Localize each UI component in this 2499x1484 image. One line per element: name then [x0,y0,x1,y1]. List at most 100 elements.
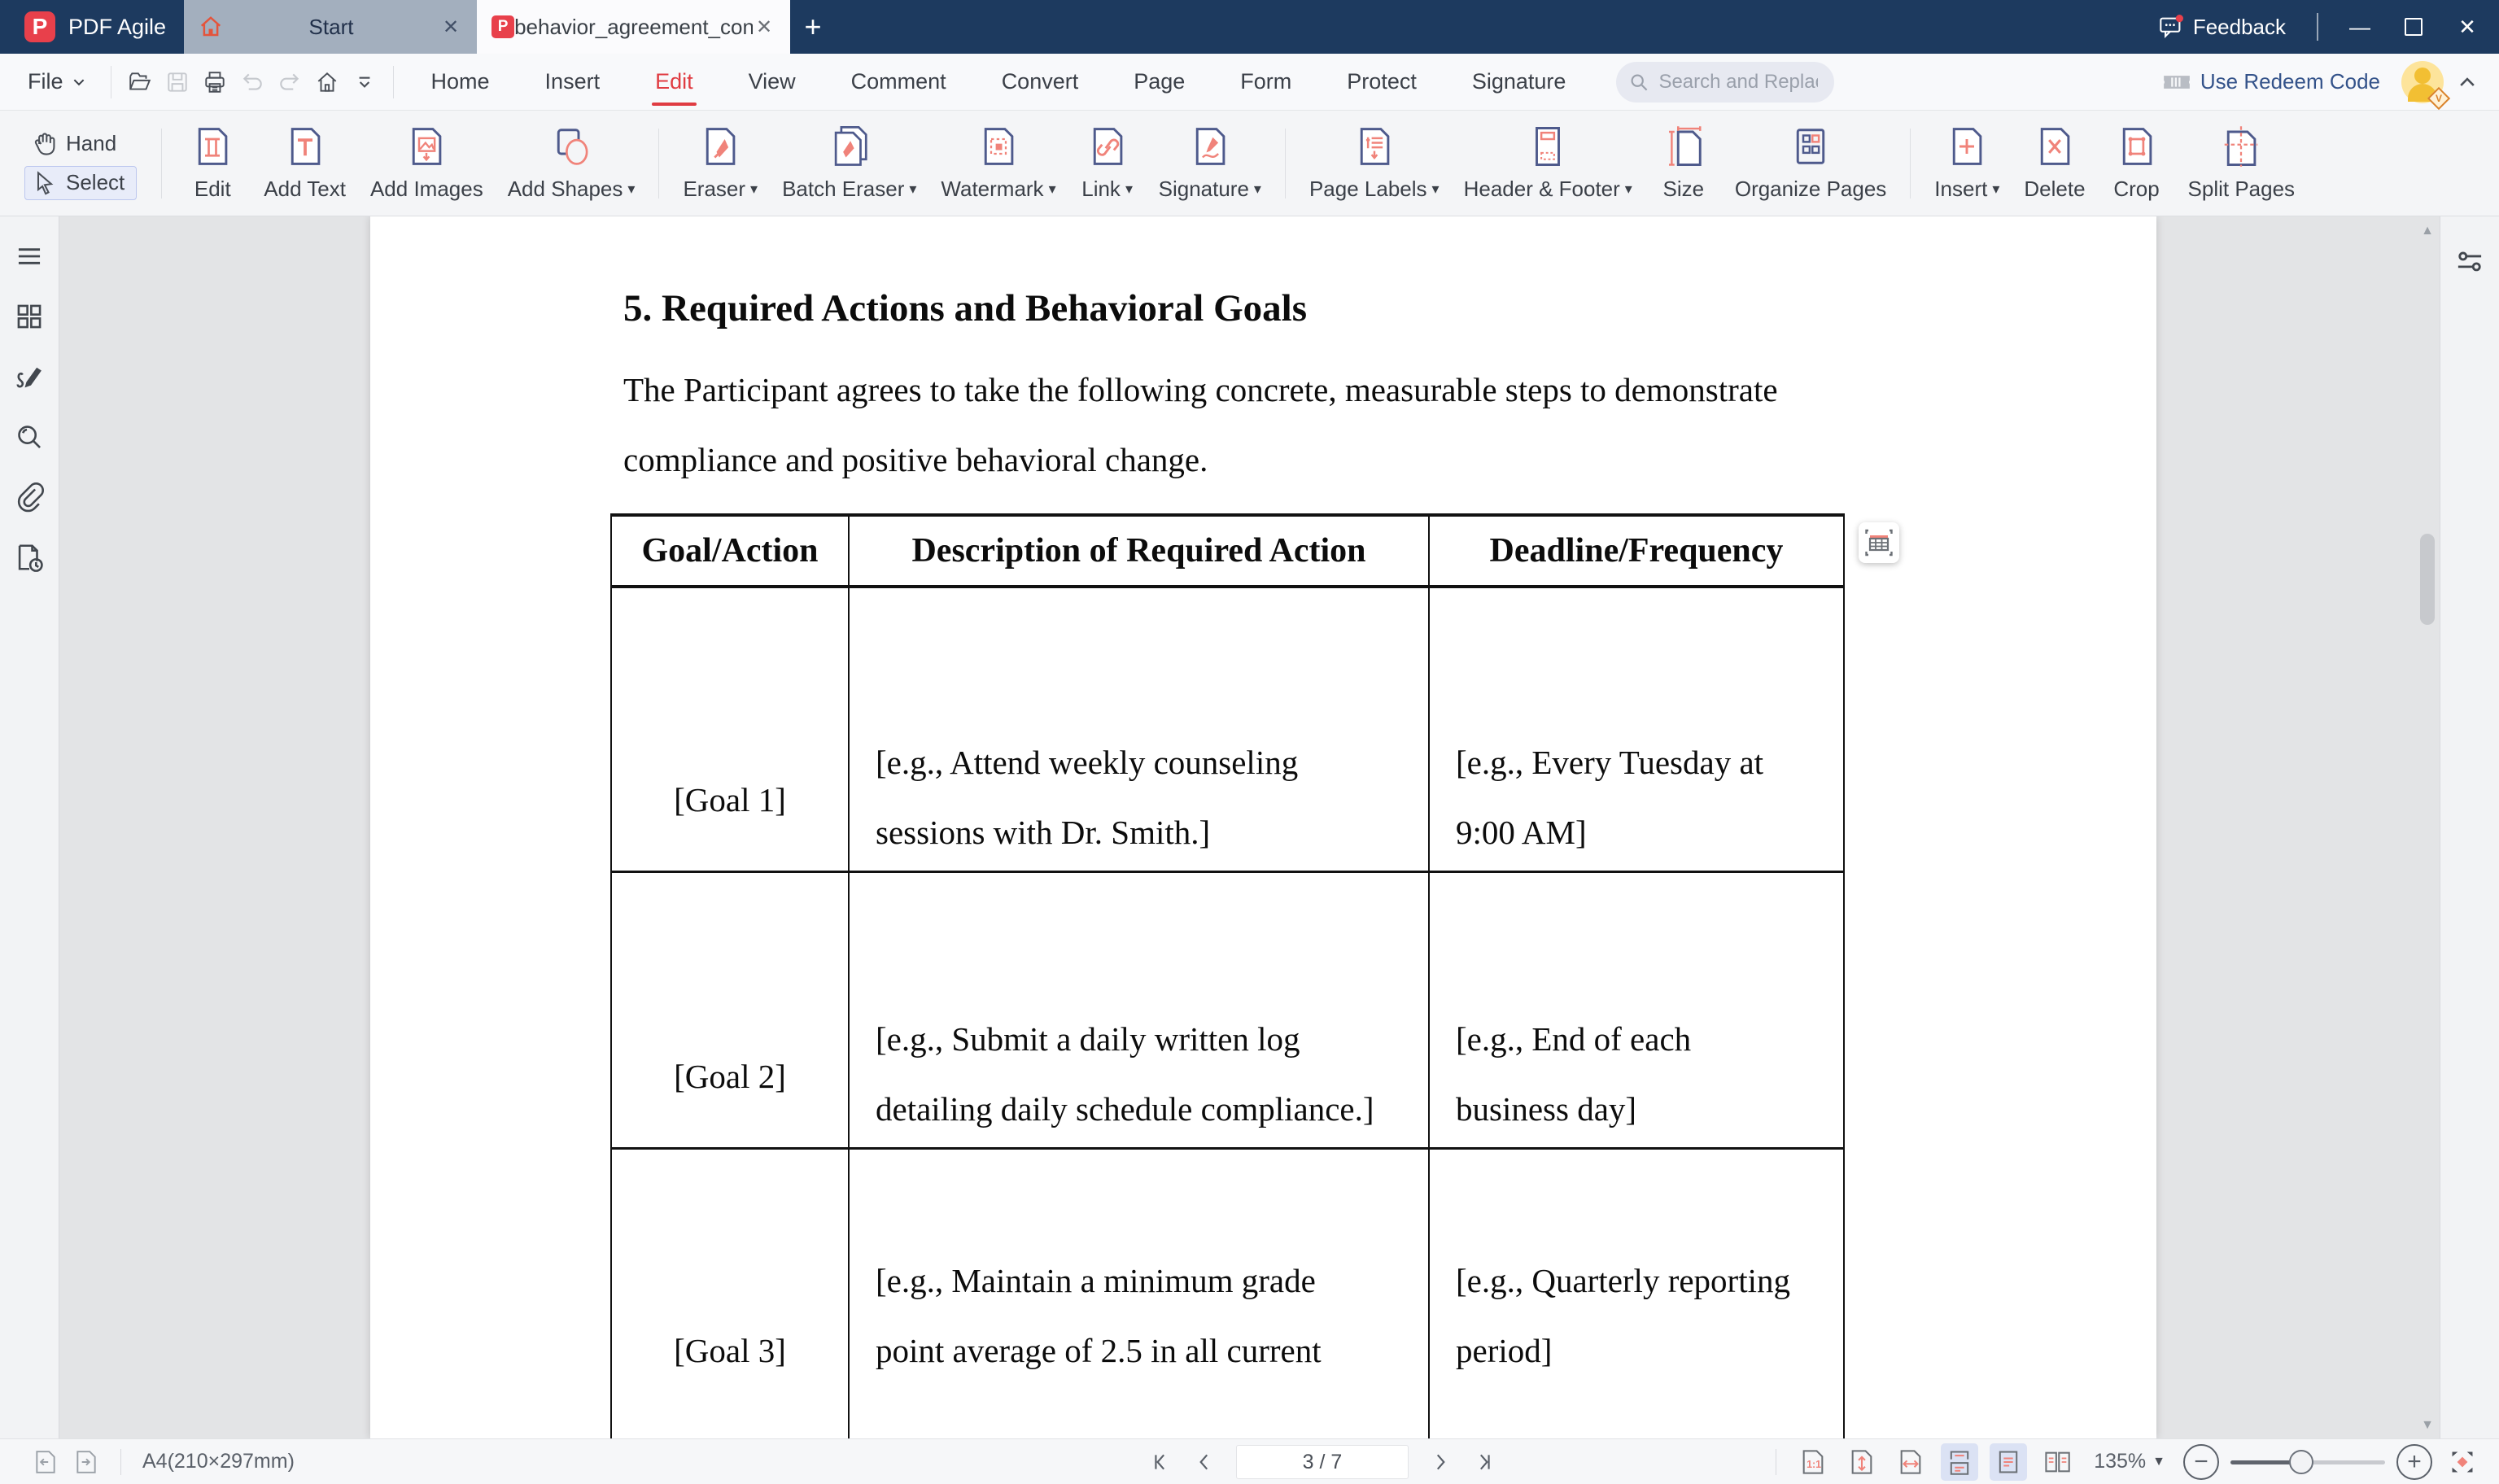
scroll-down-icon[interactable]: ▼ [2419,1417,2436,1434]
page-thumbnails-icon[interactable] [14,301,45,332]
scrollbar-thumb[interactable] [2420,534,2435,625]
file-history-icon[interactable] [14,542,45,573]
redeem-code-button[interactable]: Use Redeem Code [2163,69,2380,94]
home-view-button[interactable] [308,63,346,101]
tool-batch-eraser[interactable]: Batch Eraser [770,118,928,208]
hand-icon [34,132,55,155]
hand-tool-button[interactable]: Hand [24,127,137,161]
tool-link[interactable]: Link [1068,118,1147,208]
undo-button[interactable] [234,63,271,101]
tool-header-footer[interactable]: Header & Footer [1452,118,1645,208]
actual-size-button[interactable]: 1:1 [1794,1443,1832,1481]
table-row: [Goal 2] [e.g., Submit a daily written l… [612,873,1843,1150]
menu-item-edit[interactable]: Edit [649,54,700,111]
continuous-scroll-icon [1950,1451,1969,1475]
close-window-button[interactable]: ✕ [2444,0,2491,54]
search-sidebar-icon[interactable] [14,421,45,452]
print-button[interactable] [196,63,234,101]
tool-insert-page[interactable]: Insert [1922,118,2012,208]
menu-hamburger-icon[interactable] [14,241,45,272]
tool-page-labels[interactable]: Page Labels [1297,118,1452,208]
file-menu[interactable]: File [0,69,101,94]
previous-view-icon[interactable] [33,1449,59,1475]
first-page-icon[interactable] [1151,1451,1173,1473]
zoom-out-button[interactable]: − [2183,1443,2219,1480]
tool-watermark[interactable]: Watermark [928,118,1068,208]
menu-item-comment[interactable]: Comment [845,54,953,111]
menu-item-insert[interactable]: Insert [539,54,607,111]
annotation-pen-icon[interactable] [14,361,45,392]
zoom-level-dropdown[interactable]: 135% ▼ [2094,1450,2165,1473]
tool-delete-page[interactable]: Delete [2012,118,2097,208]
select-tool-button[interactable]: Select [24,165,138,200]
menu-item-signature[interactable]: Signature [1466,54,1573,111]
document-viewport[interactable]: 5. Required Actions and Behavioral Goals… [59,216,2440,1438]
save-button[interactable] [159,63,196,101]
menu-item-view[interactable]: View [742,54,802,111]
properties-sliders-icon[interactable] [2453,246,2486,278]
page-indicator-input[interactable] [1236,1445,1409,1479]
menu-item-form[interactable]: Form [1234,54,1298,111]
tool-label: Add Images [369,177,483,201]
vertical-scrollbar[interactable]: ▲ ▼ [2417,216,2438,1438]
tool-add-shapes[interactable]: Add Shapes [496,118,648,208]
single-page-button[interactable] [1990,1443,2028,1481]
menu-item-page[interactable]: Page [1127,54,1191,111]
titlebar-right: Feedback — ✕ [2146,0,2499,54]
next-page-icon[interactable] [1430,1451,1451,1473]
scroll-up-icon[interactable]: ▲ [2419,223,2436,239]
menu-item-protect[interactable]: Protect [1340,54,1423,111]
next-view-icon[interactable] [73,1449,99,1475]
user-avatar[interactable]: V [2401,60,2451,110]
open-file-button[interactable] [121,63,159,101]
page-size-label: A4(210×297mm) [142,1450,295,1473]
zoom-in-button[interactable]: + [2396,1443,2432,1480]
tool-edit[interactable]: Edit [173,118,251,208]
feedback-button[interactable]: Feedback [2146,15,2299,40]
slider-thumb[interactable] [2289,1449,2313,1474]
tool-eraser[interactable]: Eraser [671,118,770,208]
tool-crop[interactable]: Crop [2098,118,2176,208]
maximize-button[interactable] [2390,0,2437,54]
chevron-up-icon[interactable] [2457,72,2478,93]
redeem-label: Use Redeem Code [2200,69,2380,94]
two-page-view-button[interactable] [2038,1443,2076,1481]
fit-height-button[interactable] [1843,1443,1881,1481]
previous-page-icon[interactable] [1194,1451,1215,1473]
tab-document[interactable]: P behavior_agreement_contr... ✕ [477,0,791,54]
toolbar-divider [658,128,660,199]
fullscreen-button[interactable] [2444,1443,2481,1481]
search-bar[interactable] [1616,61,1835,103]
table-row: [Goal 3] [e.g., Maintain a minimum grade… [612,1150,1843,1438]
tool-add-images[interactable]: Add Images [358,118,496,208]
tool-size[interactable]: Size [1645,118,1723,208]
menu-item-home[interactable]: Home [425,54,496,111]
tool-signature[interactable]: Signature [1147,118,1274,208]
tool-split-pages[interactable]: Split Pages [2176,118,2308,208]
last-page-icon[interactable] [1472,1451,1493,1473]
close-tab-icon[interactable]: ✕ [439,15,462,39]
maximize-icon [2405,18,2423,36]
size-icon [1668,126,1702,166]
collapse-toolbar-icon[interactable] [346,63,383,101]
slider-track [2302,1460,2385,1464]
organize-pages-icon [1796,129,1825,164]
tab-start[interactable]: Start ✕ [184,0,478,54]
search-input[interactable] [1657,69,1820,94]
menu-item-convert[interactable]: Convert [995,54,1086,111]
redo-button[interactable] [271,63,308,101]
fit-height-icon [1851,1449,1872,1474]
tool-organize-pages[interactable]: Organize Pages [1723,118,1898,208]
attachments-icon[interactable] [14,482,45,513]
goal-cell: [Goal 1] [612,588,850,871]
add-images-icon [413,128,442,165]
tool-add-text[interactable]: Add Text [251,118,358,208]
feedback-label: Feedback [2192,14,2286,39]
new-tab-button[interactable]: + [790,0,836,54]
close-tab-icon[interactable]: ✕ [753,15,775,39]
fit-width-button[interactable] [1892,1443,1929,1481]
edit-table-button[interactable] [1859,522,1899,563]
zoom-slider[interactable] [2230,1444,2385,1480]
minimize-button[interactable]: — [2336,0,2383,54]
continuous-scroll-button[interactable] [1941,1443,1979,1481]
